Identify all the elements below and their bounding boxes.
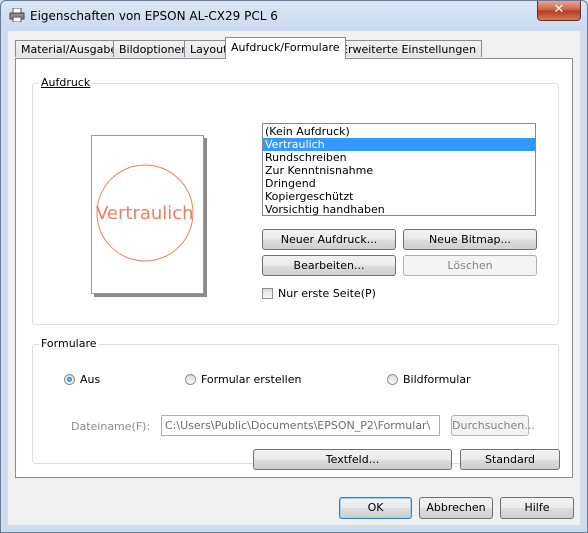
radio-formular-erstellen[interactable] (185, 374, 196, 385)
tab-bildoptionen[interactable]: Bildoptionen (113, 40, 195, 57)
radio-aus-label: Aus (80, 373, 101, 386)
dialog-client-area: Material/Ausgabe Bildoptionen Layout Auf… (8, 31, 580, 525)
title-bar[interactable]: Eigenschaften von EPSON AL-CX29 PCL 6 ✕ (1, 1, 587, 31)
list-item[interactable]: Vorsichtig handhaben (263, 203, 535, 216)
list-item[interactable]: (Kein Aufdruck) (263, 125, 535, 138)
radio-aus[interactable] (64, 374, 75, 385)
filename-label: Dateiname(F): (71, 420, 151, 433)
list-item[interactable]: Rundschreiben (263, 151, 535, 164)
list-item[interactable]: Kopiergeschützt (263, 190, 535, 203)
watermark-list[interactable]: (Kein Aufdruck) Vertraulich Rundschreibe… (262, 123, 536, 216)
formulare-group: Formulare Aus Formular erstellen Bildfor… (32, 337, 559, 464)
aufdruck-group: Aufdruck Vertraulich (Kein Aufdruck) Ver… (32, 76, 559, 325)
first-page-only-checkbox[interactable] (262, 288, 273, 299)
aufdruck-group-label: Aufdruck (39, 76, 93, 89)
filename-field[interactable]: C:\Users\Public\Documents\EPSON_P2\Formu… (161, 415, 440, 436)
radio-formular-erstellen-label: Formular erstellen (201, 373, 302, 386)
delete-button[interactable]: Löschen (403, 255, 537, 276)
help-button[interactable]: Hilfe (500, 497, 574, 519)
edit-button[interactable]: Bearbeiten... (262, 255, 396, 276)
list-item[interactable]: Dringend (263, 177, 535, 190)
properties-window: Eigenschaften von EPSON AL-CX29 PCL 6 ✕ … (0, 0, 588, 533)
window-title: Eigenschaften von EPSON AL-CX29 PCL 6 (30, 9, 278, 23)
tab-material-ausgabe[interactable]: Material/Ausgabe (15, 40, 124, 57)
list-item-selected[interactable]: Vertraulich (263, 138, 535, 151)
formulare-group-label: Formulare (39, 337, 99, 350)
standard-button[interactable]: Standard (460, 449, 560, 470)
ok-button[interactable]: OK (339, 497, 412, 519)
new-watermark-button[interactable]: Neuer Aufdruck... (262, 229, 396, 250)
tab-erweiterte-einstellungen[interactable]: Erweiterte Einstellungen (335, 40, 483, 57)
first-page-only-label: Nur erste Seite(P) (278, 287, 376, 300)
browse-button[interactable]: Durchsuchen... (451, 415, 535, 436)
new-bitmap-button[interactable]: Neue Bitmap... (403, 229, 537, 250)
list-item[interactable]: Zur Kenntnisnahme (263, 164, 535, 177)
tab-aufdruck-formulare[interactable]: Aufdruck/Formulare (225, 37, 346, 59)
radio-bildformular-label: Bildformular (403, 373, 471, 386)
watermark-preview-text: Vertraulich (96, 203, 194, 224)
printer-icon (9, 8, 25, 22)
cancel-button[interactable]: Abbrechen (419, 497, 493, 519)
radio-bildformular[interactable] (387, 374, 398, 385)
radio-selected-dot (67, 377, 72, 382)
close-button[interactable]: ✕ (537, 1, 581, 21)
tab-panel: Aufdruck Vertraulich (Kein Aufdruck) Ver… (15, 58, 573, 478)
watermark-preview: Vertraulich (91, 135, 204, 294)
textfield-button[interactable]: Textfeld... (253, 449, 452, 470)
